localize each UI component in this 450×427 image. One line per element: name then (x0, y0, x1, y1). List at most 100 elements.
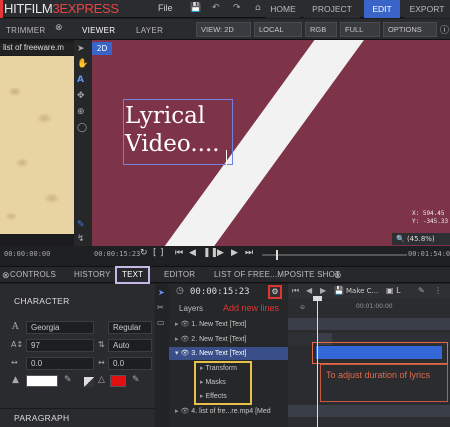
snap-tool-icon[interactable]: ↯ (77, 234, 85, 244)
quality-dropdown[interactable]: FULL (340, 22, 380, 37)
slice-tool-icon[interactable]: ✂ (157, 303, 164, 312)
font-family-dropdown[interactable]: Georgia (26, 321, 94, 334)
tab-viewer[interactable]: VIEWER (82, 26, 115, 35)
editor-select-tool-icon[interactable]: ➤ (158, 288, 165, 297)
stroke-eyedropper-icon[interactable]: ✎ (132, 375, 140, 385)
fill-eyedropper-icon[interactable]: ✎ (64, 375, 72, 385)
layer-track[interactable] (288, 318, 450, 330)
character-section-heading[interactable]: CHARACTER (0, 292, 155, 310)
pen-tool-icon[interactable]: ✎ (77, 220, 85, 230)
channel-dropdown[interactable]: RGB (305, 22, 337, 37)
logo-suffix: EXPRESS (59, 1, 119, 16)
tab-editor[interactable]: EDITOR (164, 270, 195, 279)
clip-highlight-box (312, 342, 448, 364)
space-dropdown[interactable]: LOCAL (254, 22, 302, 37)
save-icon[interactable]: 💾 (190, 3, 201, 13)
stroke-icon: △ (98, 375, 105, 385)
layer-name: 1. New Text [Text] (191, 321, 247, 328)
play-icon[interactable]: ▶ (231, 248, 238, 258)
hand-tool-icon[interactable]: ✋ (77, 59, 88, 69)
kerning-field[interactable]: 0.0 (108, 357, 152, 370)
loop-icon[interactable]: ↻ (140, 248, 148, 258)
layer-row[interactable]: ▸ 👁 1. New Text [Text] (169, 318, 288, 331)
tab-layer[interactable]: LAYER (136, 26, 163, 35)
layer-name: 4. list of fre...re.mp4 [Med (191, 408, 271, 415)
tab-edit[interactable]: EDIT (364, 0, 400, 18)
viewer-scrub-bar[interactable] (262, 254, 407, 256)
font-size-field[interactable]: 97 (26, 339, 94, 352)
zoom-dropdown[interactable]: 🔍 (45.8%) (392, 233, 450, 245)
stroke-color-swatch[interactable] (110, 375, 126, 387)
anchor-tool-icon[interactable]: ⊕ (77, 107, 85, 117)
mark-in-icon[interactable]: [ (153, 248, 157, 258)
tab-project[interactable]: PROJECT (304, 0, 360, 18)
layer-name: 2. New Text [Text] (191, 336, 247, 343)
go-start-icon[interactable]: ⏮ (175, 248, 183, 258)
link-tool-icon[interactable]: ▭ (157, 318, 165, 327)
step-back-icon[interactable]: ◀ (189, 248, 196, 258)
go-end-icon[interactable]: ⏭ (245, 248, 253, 258)
redo-icon[interactable]: ↷ (233, 3, 241, 13)
leading-icon: ⇅ (98, 340, 105, 349)
close-controls-icon[interactable]: ⊗ (2, 270, 10, 281)
tab-history[interactable]: HISTORY (74, 270, 111, 279)
layer-name: 3. New Text [Text] (191, 350, 247, 357)
properties-highlight-box (194, 361, 252, 405)
lyric-text-line-2[interactable]: Video.... (125, 131, 220, 157)
layer-row[interactable]: ▸ 👁 2. New Text [Text] (169, 333, 288, 346)
tab-trimmer[interactable]: TRIMMER (6, 26, 45, 35)
add-layer-button[interactable]: ⚙ (268, 285, 282, 299)
ruler-time-mark: 00:01:00:00 (356, 303, 393, 310)
playhead-line[interactable] (317, 297, 318, 427)
layer-row[interactable]: ▸ 👁 4. list of fre...re.mp4 [Med (169, 405, 288, 418)
close-trimmer-icon[interactable]: ⊗ (55, 22, 63, 33)
layer-options-icon[interactable]: ▣ L (386, 286, 401, 295)
options-dropdown[interactable]: OPTIONS (383, 22, 437, 37)
move-tool-icon[interactable]: ✥ (77, 91, 85, 101)
ruler-minus-icon[interactable]: ⊖ (300, 304, 305, 311)
tracking-field[interactable]: 0.0 (26, 357, 94, 370)
zoom-icon: 🔍 (396, 235, 405, 243)
pause-icon[interactable]: ❚❚ (203, 248, 218, 258)
editor-timecode[interactable]: 00:00:15:23 (190, 287, 250, 297)
viewer-2d-badge: 2D (92, 42, 112, 55)
make-comp-icon[interactable]: 💾 (334, 286, 344, 295)
trimmer-preview-image (0, 56, 74, 234)
coord-y: Y: -345.33 (412, 218, 449, 225)
go-start-icon-editor[interactable]: ⏮ (292, 286, 299, 296)
undo-icon[interactable]: ↶ (212, 3, 220, 13)
tab-export[interactable]: EXPORT (404, 0, 450, 18)
close-composite-icon[interactable]: ⊗ (334, 270, 342, 281)
view-mode-dropdown[interactable]: VIEW: 2D (196, 22, 251, 37)
step-forward-icon[interactable]: ▶ (217, 248, 224, 258)
more-icon[interactable]: ⋮ (434, 286, 442, 295)
lyric-text-line-1[interactable]: Lyrical (125, 103, 205, 129)
duration-annotation: To adjust duration of lyrics (326, 370, 431, 380)
nav-forward-icon[interactable]: ▶ (320, 286, 326, 295)
layer-row[interactable]: ▾ 👁 3. New Text [Text] (169, 347, 288, 360)
mask-tool-icon[interactable]: ◯ (77, 123, 87, 133)
tab-composite-shot[interactable]: LIST OF FREE...MPOSITE SHOT (214, 270, 340, 279)
nav-back-icon[interactable]: ◀ (306, 286, 312, 295)
leading-field[interactable]: Auto (108, 339, 152, 352)
make-comp-button[interactable]: Make C... (346, 287, 378, 295)
layer-track[interactable] (288, 405, 450, 417)
menu-file[interactable]: File (158, 3, 173, 13)
tab-controls[interactable]: CONTROLS (10, 270, 56, 279)
scrub-handle[interactable] (276, 250, 278, 260)
home-icon: ⌂ (255, 3, 261, 13)
fill-icon: ▲ (12, 375, 19, 385)
paragraph-section-heading[interactable]: PARAGRAPH (0, 408, 155, 427)
playhead-handle[interactable] (313, 296, 322, 301)
text-tool-icon[interactable]: A (77, 75, 84, 85)
fill-color-swatch[interactable] (26, 375, 58, 387)
swap-colors-icon[interactable] (84, 377, 94, 387)
select-tool-icon[interactable]: ➤ (77, 44, 85, 54)
tab-home[interactable]: HOME (266, 0, 300, 18)
font-icon: A (12, 322, 19, 332)
font-style-dropdown[interactable]: Regular (108, 321, 152, 334)
zoom-value: (45.8%) (406, 235, 435, 243)
mark-out-icon[interactable]: ] (160, 248, 164, 258)
pen-icon[interactable]: ✎ (418, 286, 425, 295)
help-icon[interactable]: ⓘ (440, 23, 449, 36)
